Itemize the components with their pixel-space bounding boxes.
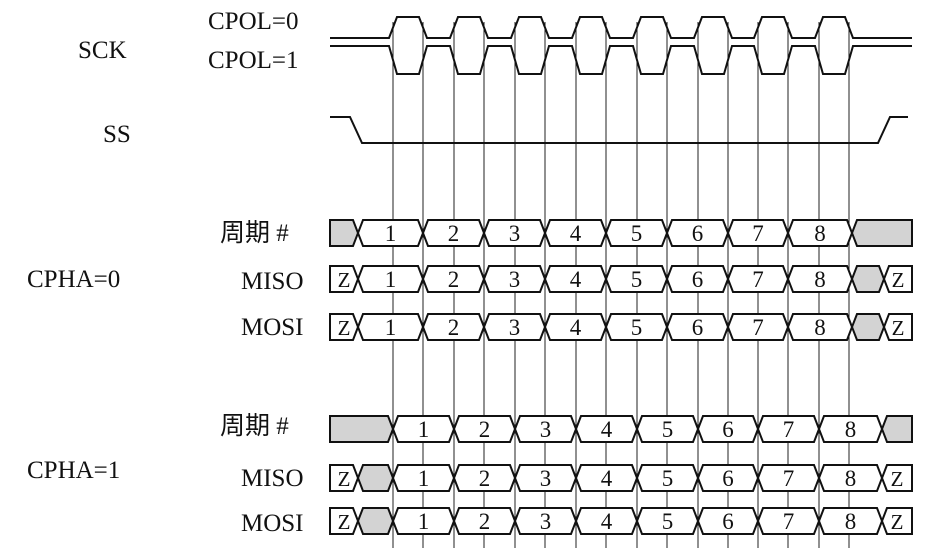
cpha1-mosi-label: MOSI [241,510,304,537]
cpha1-cycle-bit-4: 4 [601,417,613,442]
cpha0-mosi-bit-6: 6 [692,315,704,340]
cpha1-miso-bit-5: 5 [662,466,674,491]
waveforms: 1 2 3 4 5 6 7 8Z 1 2 3 4 5 6 7 8 ZZ 1 2 3 4 5 6 7 8 Z1 2 3 4 5 6 7 8Z 1 2 3… [329,16,913,535]
cpha0-cycle-bit-7: 7 [752,221,764,246]
cpha1-mosi-bit-1: 1 [418,509,430,534]
cpha1-miso-bit-3: 3 [540,466,552,491]
cpha1-mosi-bit-4: 4 [601,509,613,534]
cpha1-cycle-bit-6: 6 [722,417,734,442]
cpha0-miso-bit-5: 5 [631,267,643,292]
cpha0-mosi-bit-7: 7 [752,315,764,340]
cpha0-miso-highz-label: Z [338,268,351,292]
cpha0-cycle-segment-10 [850,219,913,247]
cpha1-mosi-highz-label: Z [891,510,904,534]
cpha0-mosi-label: MOSI [241,314,304,341]
cpha1-cycle-segment-1 [329,415,395,443]
cpha0-mosi-bit-1: 1 [385,315,397,340]
cpha1-cycle-bit-2: 2 [479,417,491,442]
sck-label: SCK [78,37,127,64]
cpol1-label: CPOL=1 [208,47,299,74]
cpha0-cycle-bit-1: 1 [385,221,397,246]
cpha1-cycle-segment-10 [880,415,913,443]
cpha0-mosi-bit-4: 4 [570,315,582,340]
cpha1-miso-highz-label: Z [891,467,904,491]
cpha0-miso-bit-7: 7 [752,267,764,292]
cpha1-mosi-bit-3: 3 [540,509,552,534]
cpha0-miso-highz-label: Z [892,268,905,292]
cpha0-mosi-segment-10 [850,313,886,341]
cpha0-label: CPHA=0 [27,266,120,293]
cpha0-cycle-bit-2: 2 [448,221,460,246]
cpha1-miso-bit-8: 8 [845,466,857,491]
cpha1-miso-highz-label: Z [338,467,351,491]
cpha1-cycle-bit-7: 7 [783,417,795,442]
cpha1-cycle-bit-3: 3 [540,417,552,442]
cpha0-cycle-bit-3: 3 [509,221,521,246]
cpha1-miso-label: MISO [241,465,304,492]
ss-label: SS [103,121,131,148]
cpha0-miso-label: MISO [241,268,304,295]
cpha0-cycle-bit-8: 8 [814,221,826,246]
cpha1-mosi-bit-6: 6 [722,509,734,534]
cpha1-mosi-bit-2: 2 [479,509,491,534]
cpha0-cycle-bit-4: 4 [570,221,582,246]
cpha1-miso-bit-2: 2 [479,466,491,491]
cpha0-cycle-bit-6: 6 [692,221,704,246]
cpha1-mosi-bit-7: 7 [783,509,795,534]
cpha1-cycle-bit-5: 5 [662,417,674,442]
cpha1-mosi-highz-label: Z [338,510,351,534]
cpha1-cycle-bit-8: 8 [845,417,857,442]
cpha1-miso-segment-2 [356,464,395,492]
cpha0-miso-bit-1: 1 [385,267,397,292]
cpha1-miso-bit-6: 6 [722,466,734,491]
cpha0-miso-bit-6: 6 [692,267,704,292]
cpha0-miso-segment-10 [850,265,886,293]
cpha0-cycle-segment-1 [329,219,360,247]
cpha1-mosi-bit-5: 5 [662,509,674,534]
cpha0-mosi-highz-label: Z [338,316,351,340]
cpha0-miso-bit-3: 3 [509,267,521,292]
sck-cpol1-wave [330,45,912,75]
cpha0-miso-bit-4: 4 [570,267,582,292]
cpha0-mosi-bit-8: 8 [814,315,826,340]
ss-wave [330,116,908,144]
cpha1-mosi-segment-2 [356,507,395,535]
cpha1-miso-bit-1: 1 [418,466,430,491]
sck-cpol0-wave [330,16,912,39]
cpha1-miso-bit-7: 7 [783,466,795,491]
spi-timing-diagram: SCK SS CPHA=0 CPHA=1 CPOL=0 CPOL=1 周期 # … [27,8,913,548]
cpha0-miso-bit-8: 8 [814,267,826,292]
cpha0-mosi-bit-3: 3 [509,315,521,340]
cpol0-label: CPOL=0 [208,8,299,35]
cpha0-mosi-bit-5: 5 [631,315,643,340]
cpha1-miso-bit-4: 4 [601,466,613,491]
cpha1-cycle-label: 周期 # [220,413,289,440]
cpha0-mosi-bit-2: 2 [448,315,460,340]
cpha0-miso-bit-2: 2 [448,267,460,292]
cpha0-cycle-bit-5: 5 [631,221,643,246]
cpha0-cycle-label: 周期 # [220,220,289,247]
cpha0-mosi-highz-label: Z [892,316,905,340]
cpha1-mosi-bit-8: 8 [845,509,857,534]
cpha1-label: CPHA=1 [27,457,120,484]
cpha1-cycle-bit-1: 1 [418,417,430,442]
